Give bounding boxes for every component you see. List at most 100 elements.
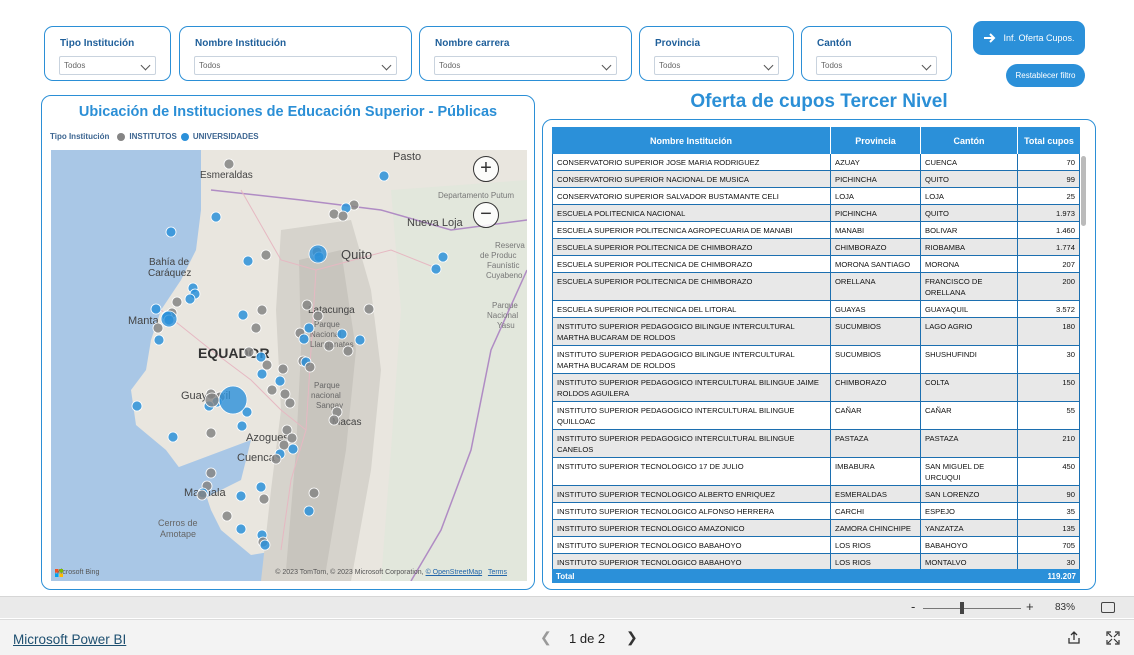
universidad-marker[interactable] [131,400,143,412]
universidad-marker[interactable] [167,431,179,443]
universidad-marker[interactable] [336,328,348,340]
prev-page-icon[interactable]: ❮ [540,629,552,646]
universidad-marker[interactable] [153,334,165,346]
filter-dropdown[interactable]: Todos [59,56,156,75]
filter-nombre-institucion[interactable]: Nombre Institución Todos [179,26,412,81]
instituto-marker[interactable] [152,322,164,334]
universidad-marker[interactable] [242,255,254,267]
zoom-slider-thumb[interactable] [960,602,964,614]
universidad-marker[interactable] [255,481,267,493]
instituto-marker[interactable] [308,487,320,499]
table-row[interactable]: INSTITUTO SUPERIOR TECNOLOGICO AMAZONICO… [552,520,1080,537]
universidad-marker[interactable] [256,368,268,380]
universidad-marker[interactable] [354,334,366,346]
table-row[interactable]: CONSERVATORIO SUPERIOR JOSE MARIA RODRIG… [552,154,1080,171]
universidad-marker[interactable] [255,351,267,363]
zoom-plus-button[interactable]: + [1026,599,1034,614]
universidad-marker[interactable] [430,263,442,275]
instituto-marker[interactable] [258,493,270,505]
instituto-marker[interactable] [312,310,324,322]
osm-link[interactable]: © OpenStreetMap [426,569,483,576]
inf-oferta-cupos-button[interactable]: Inf. Oferta Cupos. [973,21,1085,55]
table-row[interactable]: INSTITUTO SUPERIOR TECNOLOGICO BABAHOYO L… [552,554,1080,569]
instituto-marker[interactable] [223,158,235,170]
instituto-marker[interactable] [301,299,313,311]
instituto-marker[interactable] [304,361,316,373]
reset-filter-button[interactable]: Restablecer filtro [1006,64,1085,87]
table-row[interactable]: INSTITUTO SUPERIOR PEDAGOGICO INTERCULTU… [552,430,1080,458]
zoom-in-button[interactable]: + [473,156,499,182]
universidad-marker[interactable] [150,303,162,315]
cluster-marker[interactable] [218,385,248,415]
header-nombre-institucion[interactable]: Nombre Institución [552,127,831,154]
universidad-marker[interactable] [184,293,196,305]
table-row[interactable]: INSTITUTO SUPERIOR PEDAGOGICO INTERCULTU… [552,374,1080,402]
instituto-marker[interactable] [286,432,298,444]
cluster-marker[interactable] [204,392,220,408]
universidad-marker[interactable] [235,490,247,502]
table-row[interactable]: ESCUELA SUPERIOR POLITECNICA AGROPECUARI… [552,222,1080,239]
zoom-out-button[interactable]: − [473,202,499,228]
next-page-icon[interactable]: ❯ [626,629,638,646]
terms-link[interactable]: Terms [488,569,507,576]
filter-canton[interactable]: Cantón Todos [801,26,952,81]
table-row[interactable]: ESCUELA SUPERIOR POLITECNICA DE CHIMBORA… [552,273,1080,301]
share-icon[interactable] [1067,631,1081,645]
instituto-marker[interactable] [266,384,278,396]
table-row[interactable]: INSTITUTO SUPERIOR PEDAGOGICO BILINGUE I… [552,318,1080,346]
instituto-marker[interactable] [250,322,262,334]
filter-dropdown[interactable]: Todos [654,56,779,75]
table-row[interactable]: ESCUELA POLITECNICA NACIONAL PICHINCHA QUI… [552,205,1080,222]
table-body[interactable]: CONSERVATORIO SUPERIOR JOSE MARIA RODRIG… [552,154,1080,569]
instituto-marker[interactable] [196,489,208,501]
instituto-marker[interactable] [278,439,290,451]
instituto-marker[interactable] [260,249,272,261]
table-scrollbar[interactable] [1081,156,1086,226]
universidad-marker[interactable] [165,226,177,238]
cluster-marker[interactable] [160,310,178,328]
instituto-marker[interactable] [328,208,340,220]
fullscreen-icon[interactable] [1106,631,1120,645]
filter-nombre-carrera[interactable]: Nombre carrera Todos [419,26,632,81]
instituto-marker[interactable] [270,453,282,465]
instituto-marker[interactable] [328,414,340,426]
table-row[interactable]: INSTITUTO SUPERIOR TECNOLOGICO ALBERTO E… [552,486,1080,503]
instituto-marker[interactable] [284,397,296,409]
table-row[interactable]: INSTITUTO SUPERIOR PEDAGOGICO BILINGUE I… [552,346,1080,374]
powerbi-link[interactable]: Microsoft Power BI [13,632,126,647]
instituto-marker[interactable] [337,210,349,222]
universidad-marker[interactable] [298,333,310,345]
fit-to-page-icon[interactable] [1101,602,1115,613]
instituto-marker[interactable] [221,510,233,522]
table-row[interactable]: CONSERVATORIO SUPERIOR NACIONAL DE MUSIC… [552,171,1080,188]
universidad-marker[interactable] [210,211,222,223]
cluster-marker[interactable] [308,244,328,264]
table-row[interactable]: INSTITUTO SUPERIOR TECNOLOGICO ALFONSO H… [552,503,1080,520]
instituto-marker[interactable] [243,346,255,358]
table-row[interactable]: INSTITUTO SUPERIOR TECNOLOGICO 17 DE JUL… [552,458,1080,486]
table-row[interactable]: ESCUELA SUPERIOR POLITECNICA DEL LITORAL… [552,301,1080,318]
table-row[interactable]: CONSERVATORIO SUPERIOR SALVADOR BUSTAMAN… [552,188,1080,205]
universidad-marker[interactable] [274,375,286,387]
instituto-marker[interactable] [342,345,354,357]
instituto-marker[interactable] [205,467,217,479]
header-provincia[interactable]: Provincia [831,127,921,154]
filter-provincia[interactable]: Provincia Todos [639,26,794,81]
instituto-marker[interactable] [279,388,291,400]
instituto-marker[interactable] [363,303,375,315]
universidad-marker[interactable] [437,251,449,263]
table-row[interactable]: INSTITUTO SUPERIOR PEDAGOGICO INTERCULTU… [552,402,1080,430]
zoom-minus-button[interactable]: - [911,599,915,614]
universidad-marker[interactable] [237,309,249,321]
header-canton[interactable]: Cantón [921,127,1018,154]
table-row[interactable]: ESCUELA SUPERIOR POLITECNICA DE CHIMBORA… [552,239,1080,256]
table-row[interactable]: ESCUELA SUPERIOR POLITECNICA DE CHIMBORA… [552,256,1080,273]
universidad-marker[interactable] [303,505,315,517]
table-row[interactable]: INSTITUTO SUPERIOR TECNOLOGICO BABAHOYO L… [552,537,1080,554]
instituto-marker[interactable] [171,296,183,308]
instituto-marker[interactable] [277,363,289,375]
map-view[interactable]: Pasto Esmeraldas Departamento Putum Nuev… [51,150,527,581]
instituto-marker[interactable] [323,340,335,352]
universidad-marker[interactable] [303,322,315,334]
zoom-slider-track[interactable] [923,608,1021,609]
